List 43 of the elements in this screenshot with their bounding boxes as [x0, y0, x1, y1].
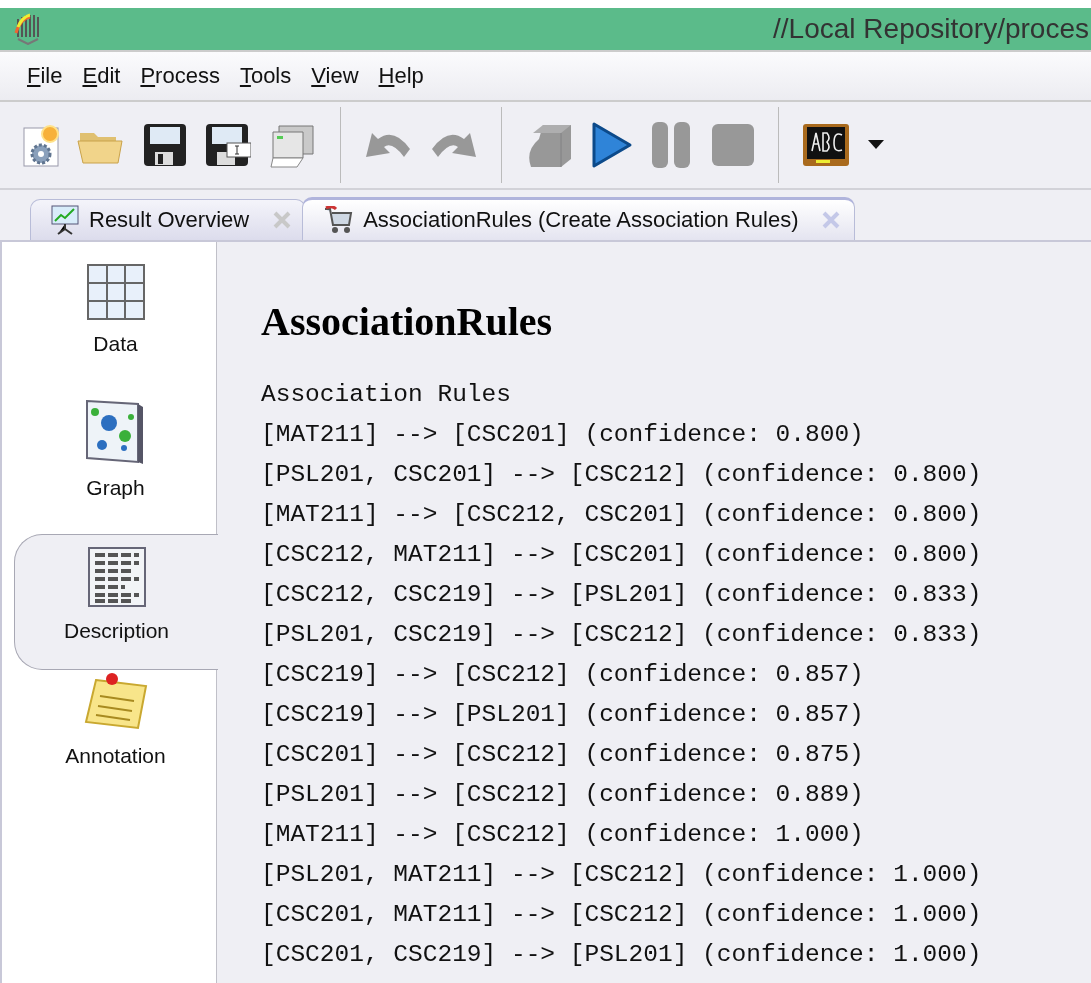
close-icon[interactable] — [822, 211, 841, 229]
sidebar-item[interactable]: Annotation — [14, 670, 217, 806]
rule-line: [PSL201, CSC201] --> [CSC212] (confidence: 0.800) — [261, 460, 983, 490]
stop-icon — [711, 123, 755, 167]
rule-line: [PSL201, CSC219] --> [CSC212] (confidence: 0.833) — [261, 620, 983, 650]
menu-item[interactable]: Process — [133, 59, 227, 93]
sidebar-item[interactable]: Graph — [14, 398, 217, 534]
new-process-icon — [23, 122, 59, 168]
result-heading: AssociationRules — [261, 298, 554, 345]
menu-item[interactable]: View — [304, 59, 366, 93]
sticky-note-icon — [83, 672, 148, 732]
pause-icon — [651, 121, 693, 169]
scatter-chart-icon — [85, 400, 146, 464]
chart-board-icon — [51, 205, 79, 235]
rule-line: [MAT211] --> [CSC212] (confidence: 1.000) — [261, 820, 865, 850]
app-logo-icon — [14, 13, 42, 45]
table-icon — [86, 264, 145, 320]
document-icon — [87, 547, 146, 607]
rule-line: [CSC212, CSC219] --> [PSL201] (confidence: 0.833) — [261, 580, 983, 610]
rule-line: [MAT211] --> [CSC212, CSC201] (confidence: 0.800) — [261, 500, 983, 530]
menu-item[interactable]: Edit — [75, 59, 128, 93]
play-icon — [591, 121, 633, 169]
tab[interactable]: AssociationRules (Create Association Rules) — [302, 197, 856, 240]
rule-line: [PSL201] --> [CSC212] (confidence: 0.889) — [261, 780, 865, 810]
sidebar-item[interactable]: Data — [14, 262, 217, 398]
chalkboard-icon — [802, 123, 850, 167]
rule-line: [CSC219] --> [CSC212] (confidence: 0.857) — [261, 660, 865, 690]
rule-line: [CSC201, MAT211] --> [CSC212] (confidence: 1.000) — [261, 900, 983, 930]
rule-line: [CSC201] --> [CSC212] (confidence: 0.875) — [261, 740, 865, 770]
window-title: //Local Repository/proces — [773, 13, 1090, 45]
section-title: Association Rules — [261, 380, 512, 410]
close-icon[interactable] — [273, 211, 292, 229]
rule-line: [PSL201, MAT211] --> [CSC212] (confidence: 1.000) — [261, 860, 983, 890]
rule-line: [MAT211] --> [CSC201] (confidence: 0.800) — [261, 420, 865, 450]
menu-item[interactable]: Tools — [232, 59, 299, 93]
menu-item[interactable]: Help — [371, 59, 431, 93]
cart-icon — [323, 206, 354, 234]
rule-line: [CSC219] --> [PSL201] (confidence: 0.857) — [261, 700, 865, 730]
rule-line: [CSC201, CSC219] --> [PSL201] (confidence: 1.000) — [261, 940, 983, 970]
sidebar-item[interactable]: Description — [14, 534, 218, 670]
caret-icon — [868, 140, 884, 150]
rule-line: [CSC212, MAT211] --> [CSC201] (confidence: 0.800) — [261, 540, 983, 570]
menu-item[interactable]: File — [20, 59, 70, 93]
